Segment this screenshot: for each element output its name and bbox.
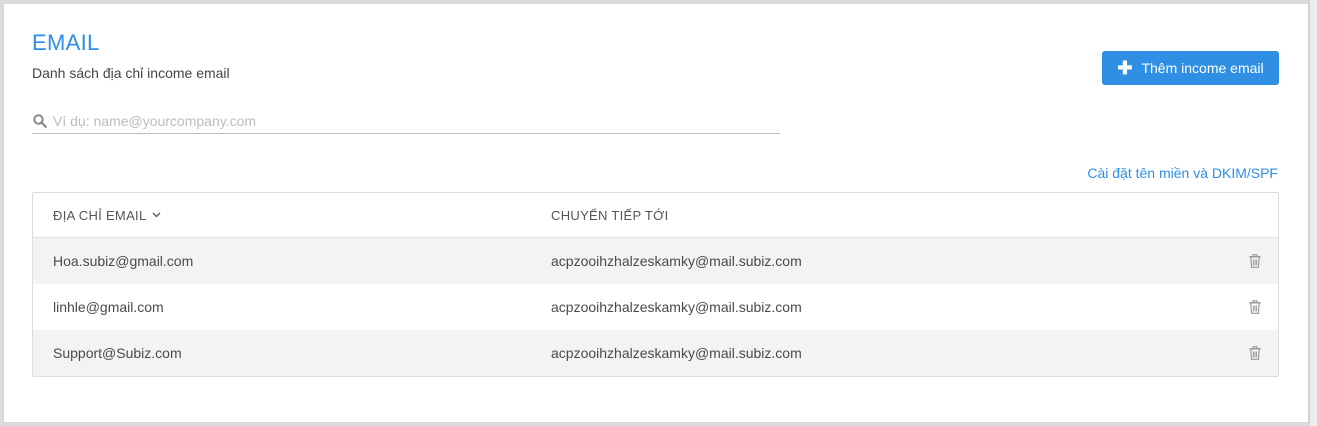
email-cell: Hoa.subiz@gmail.com	[53, 253, 194, 269]
search-bar	[32, 109, 780, 134]
window-edge	[1309, 0, 1317, 426]
table-row: linhle@gmail.com acpzooihzhalzeskamky@ma…	[33, 284, 1278, 330]
forward-cell: acpzooihzhalzeskamky@mail.subiz.com	[551, 345, 802, 361]
table-row: Support@Subiz.com acpzooihzhalzeskamky@m…	[33, 330, 1278, 376]
add-income-email-button[interactable]: ✚ Thêm income email	[1102, 51, 1279, 85]
column-header-forward: CHUYỂN TIẾP TỚI	[551, 207, 669, 223]
forward-cell: acpzooihzhalzeskamky@mail.subiz.com	[551, 253, 802, 269]
email-table: ĐỊA CHỈ EMAIL CHUYỂN TIẾP TỚI Hoa.subiz@…	[32, 192, 1279, 377]
table-row: Hoa.subiz@gmail.com acpzooihzhalzeskamky…	[33, 238, 1278, 284]
page-title: EMAIL	[32, 30, 100, 55]
trash-icon[interactable]	[1249, 300, 1261, 314]
search-input[interactable]	[53, 113, 780, 129]
email-cell: linhle@gmail.com	[53, 299, 164, 315]
column-header-email[interactable]: ĐỊA CHỈ EMAIL	[33, 208, 531, 223]
email-settings-panel: EMAIL Danh sách địa chỉ income email ✚ T…	[3, 3, 1309, 423]
column-header-email-label: ĐỊA CHỈ EMAIL	[53, 207, 147, 223]
add-income-email-label: Thêm income email	[1141, 60, 1264, 76]
trash-icon[interactable]	[1249, 254, 1261, 268]
plus-icon: ✚	[1117, 58, 1133, 78]
page-subtitle: Danh sách địa chỉ income email	[32, 65, 230, 81]
table-header: ĐỊA CHỈ EMAIL CHUYỂN TIẾP TỚI	[33, 193, 1278, 238]
email-cell: Support@Subiz.com	[53, 345, 182, 361]
domain-dkim-spf-link[interactable]: Cài đặt tên miền và DKIM/SPF	[1087, 165, 1278, 181]
forward-cell: acpzooihzhalzeskamky@mail.subiz.com	[551, 299, 802, 315]
trash-icon[interactable]	[1249, 346, 1261, 360]
search-icon	[33, 114, 47, 128]
chevron-down-icon	[153, 212, 161, 218]
